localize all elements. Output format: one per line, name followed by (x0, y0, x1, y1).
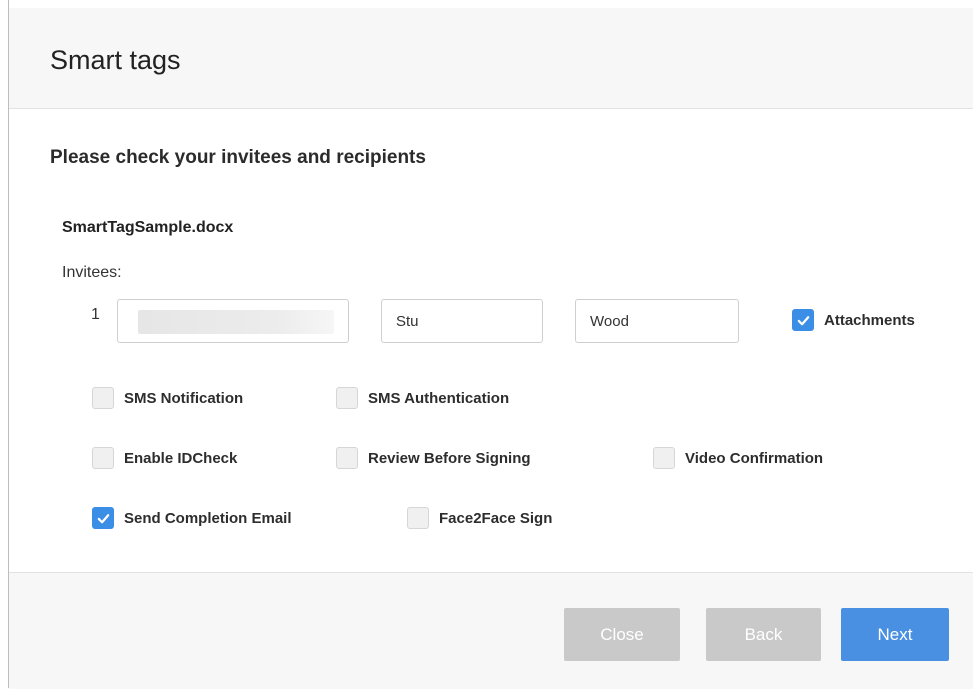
dialog-header: Smart tags (9, 8, 973, 109)
smart-tags-dialog: Smart tags Please check your invitees an… (9, 0, 973, 689)
window-left-edge (0, 0, 9, 688)
dialog-subtitle: Please check your invitees and recipient… (50, 147, 426, 168)
back-button[interactable]: Back (706, 608, 821, 661)
invitee-last-name-field[interactable]: Wood (575, 299, 739, 343)
invitee-first-name-field[interactable]: Stu (381, 299, 543, 343)
review-before-signing-label: Review Before Signing (368, 449, 531, 467)
checkbox-unchecked-icon (92, 447, 114, 469)
face2face-sign-checkbox[interactable]: Face2Face Sign (407, 507, 552, 529)
enable-idcheck-checkbox[interactable]: Enable IDCheck (92, 447, 237, 469)
send-completion-email-checkbox[interactable]: Send Completion Email (92, 507, 292, 529)
close-button[interactable]: Close (564, 608, 680, 661)
attachments-label: Attachments (824, 311, 915, 329)
review-before-signing-checkbox[interactable]: Review Before Signing (336, 447, 531, 469)
sms-authentication-label: SMS Authentication (368, 389, 510, 407)
face2face-sign-label: Face2Face Sign (439, 509, 553, 527)
video-confirmation-checkbox[interactable]: Video Confirmation (653, 447, 823, 469)
send-completion-email-label: Send Completion Email (124, 509, 292, 527)
checkbox-unchecked-icon (336, 387, 358, 409)
invitees-label: Invitees: (62, 264, 122, 281)
dialog-footer: Close Back Next (9, 572, 973, 689)
enable-idcheck-label: Enable IDCheck (124, 449, 238, 467)
dialog-body: Please check your invitees and recipient… (9, 109, 973, 572)
invitee-index: 1 (91, 306, 100, 323)
sms-notification-label: SMS Notification (124, 389, 244, 407)
checkbox-checked-icon (792, 309, 814, 331)
video-confirmation-label: Video Confirmation (685, 449, 824, 467)
document-filename: SmartTagSample.docx (62, 219, 234, 236)
invitee-email-field[interactable] (117, 299, 349, 343)
checkbox-checked-icon (92, 507, 114, 529)
next-button[interactable]: Next (841, 608, 949, 661)
checkbox-unchecked-icon (407, 507, 429, 529)
sms-notification-checkbox[interactable]: SMS Notification (92, 387, 243, 409)
redacted-email-value (138, 310, 334, 334)
checkbox-unchecked-icon (336, 447, 358, 469)
sms-authentication-checkbox[interactable]: SMS Authentication (336, 387, 509, 409)
dialog-title: Smart tags (50, 45, 181, 75)
checkbox-unchecked-icon (92, 387, 114, 409)
attachments-checkbox[interactable]: Attachments (792, 309, 915, 331)
checkbox-unchecked-icon (653, 447, 675, 469)
